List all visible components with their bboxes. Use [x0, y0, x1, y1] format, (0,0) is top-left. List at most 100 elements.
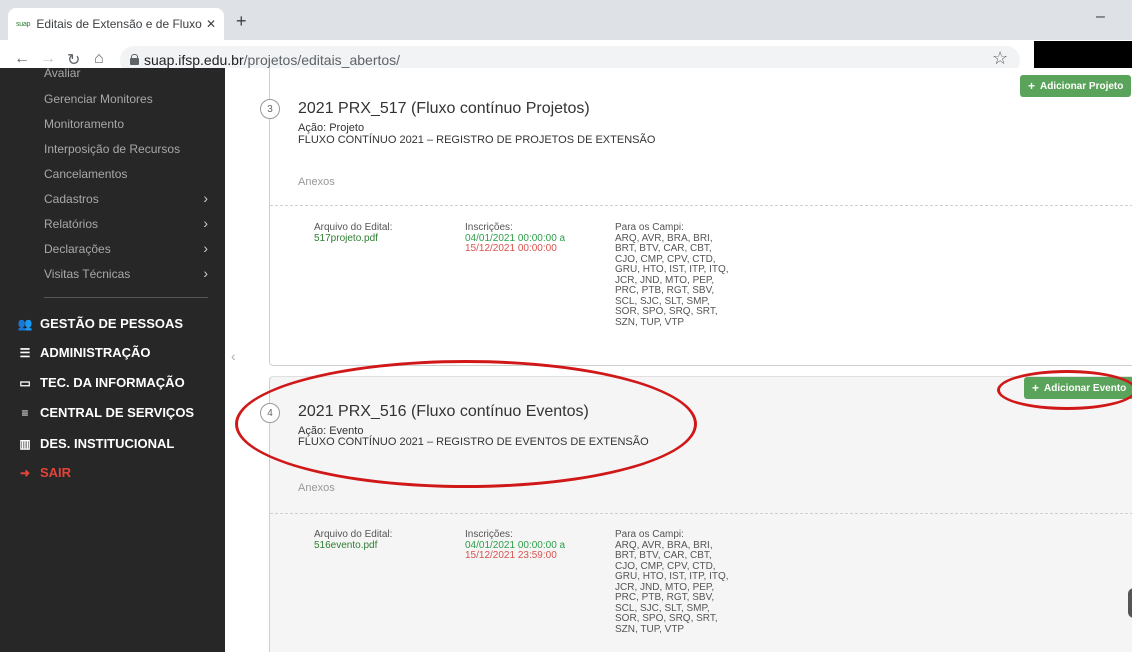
- dashed-divider: [270, 205, 1132, 206]
- arquivo-link[interactable]: 517projeto.pdf: [314, 233, 392, 245]
- sidebar-item-interposicao[interactable]: Interposição de Recursos: [44, 142, 214, 156]
- tab-title: Editais de Extensão e de Fluxo Co: [36, 17, 202, 31]
- sidebar-item-label: Cadastros: [44, 192, 99, 206]
- chart-icon: ▥: [19, 436, 31, 451]
- section-label: ADMINISTRAÇÃO: [40, 345, 151, 360]
- bookmark-star-icon[interactable]: ☆: [992, 48, 1008, 69]
- collapse-sidebar-icon[interactable]: ‹: [231, 348, 236, 364]
- campi-column: Para os Campi: ARQ, AVR, BRA, BRI, BRT, …: [615, 222, 755, 329]
- inscricoes-column: Inscrições: 04/01/2021 00:00:00 a 15/12/…: [465, 529, 565, 562]
- campi-line: GRU, HTO, IST, ITP, ITQ,: [615, 264, 729, 275]
- logout-icon: ➜: [19, 465, 31, 480]
- acao-line: Ação: Projeto: [298, 122, 364, 134]
- edital-description: FLUXO CONTÍNUO 2021 – REGISTRO DE PROJET…: [298, 134, 656, 146]
- sidebar-item-cancelamentos[interactable]: Cancelamentos: [44, 167, 214, 181]
- scroll-handle[interactable]: [1128, 588, 1132, 618]
- url-host: suap.ifsp.edu.br: [144, 52, 244, 68]
- campi-line: SOR, SPO, SRQ, SRT,: [615, 306, 718, 317]
- sidebar-item-cadastros[interactable]: Cadastros ›: [44, 190, 214, 206]
- sidebar-item-gerenciar-monitores[interactable]: Gerenciar Monitores: [44, 92, 214, 106]
- suap-favicon-icon: suap: [16, 20, 31, 28]
- inscricoes-label: Inscrições:: [465, 222, 513, 233]
- list-icon: ☰: [19, 345, 31, 360]
- sidebar-section-sair[interactable]: ➜ SAIR: [16, 465, 71, 480]
- campi-line: PRC, PTB, RGT, SBV,: [615, 592, 715, 603]
- section-label: GESTÃO DE PESSOAS: [40, 316, 184, 331]
- url-path: /projetos/editais_abertos/: [243, 52, 401, 68]
- inscricoes-label: Inscrições:: [465, 529, 513, 540]
- inscricoes-column: Inscrições: 04/01/2021 00:00:00 a 15/12/…: [465, 222, 565, 255]
- sidebar-item-declaracoes[interactable]: Declarações ›: [44, 240, 214, 256]
- campi-line: SZN, TUP, VTP: [615, 316, 685, 328]
- arquivo-link[interactable]: 516evento.pdf: [314, 540, 392, 552]
- anexos-label: Anexos: [298, 482, 335, 494]
- edital-card: + Adicionar Projeto 3 2021 PRX_517 (Fluxo…: [260, 68, 1132, 366]
- dashed-divider: [270, 513, 1132, 514]
- back-arrow-icon[interactable]: ←: [14, 50, 30, 68]
- campi-line: PRC, PTB, RGT, SBV,: [615, 285, 715, 296]
- campi-list: ARQ, AVR, BRA, BRI, BRT, BTV, CAR, CBT, …: [615, 540, 755, 636]
- sidebar-item-label: Gerenciar Monitores: [44, 92, 153, 106]
- campi-line: BRT, BTV, CAR, CBT,: [615, 550, 712, 561]
- menu-icon: ≡: [21, 405, 29, 420]
- section-label: DES. INSTITUCIONAL: [40, 436, 175, 451]
- new-tab-icon[interactable]: +: [236, 11, 247, 32]
- sidebar-item-label: Cancelamentos: [44, 167, 128, 181]
- edital-title: 2021 PRX_517 (Fluxo contínuo Projetos): [298, 100, 590, 117]
- sidebar-item-relatorios[interactable]: Relatórios ›: [44, 215, 214, 231]
- lock-icon: [130, 54, 139, 65]
- campi-column: Para os Campi: ARQ, AVR, BRA, BRI, BRT, …: [615, 529, 755, 636]
- sidebar-section-administracao[interactable]: ☰ ADMINISTRAÇÃO: [16, 345, 151, 360]
- sidebar-item-visitas-tecnicas[interactable]: Visitas Técnicas ›: [44, 265, 214, 281]
- sidebar-item-avaliar[interactable]: Avaliar: [44, 68, 214, 80]
- sidebar-section-central-servicos[interactable]: ≡ CENTRAL DE SERVIÇOS: [16, 405, 194, 420]
- campi-line: SZN, TUP, VTP: [615, 623, 685, 635]
- sidebar-item-label: Visitas Técnicas: [44, 267, 131, 281]
- section-label: TEC. DA INFORMAÇÃO: [40, 375, 185, 390]
- close-tab-icon[interactable]: ✕: [206, 17, 216, 31]
- annotation-ellipse-button: [997, 370, 1132, 410]
- chevron-right-icon: ›: [203, 240, 208, 256]
- sidebar-item-label: Monitoramento: [44, 117, 125, 131]
- monitor-icon: ▭: [19, 375, 31, 390]
- browser-tab-bar: suap Editais de Extensão e de Fluxo Co ✕…: [0, 0, 1132, 40]
- inscricoes-end: 15/12/2021 00:00:00: [465, 243, 557, 254]
- section-label: CENTRAL DE SERVIÇOS: [40, 405, 195, 420]
- chevron-right-icon: ›: [203, 215, 208, 231]
- main-content: ‹ + Adicionar Projeto 3 2021 PRX_517 (Flu…: [225, 68, 1132, 652]
- campi-label: Para os Campi:: [615, 222, 684, 233]
- step-number: 3: [260, 99, 280, 119]
- sidebar-item-label: Avaliar: [44, 68, 81, 80]
- anexos-label: Anexos: [298, 176, 335, 188]
- sidebar-divider: [44, 297, 208, 298]
- chevron-right-icon: ›: [203, 190, 208, 206]
- sidebar-section-gestao-pessoas[interactable]: 👥 GESTÃO DE PESSOAS: [16, 316, 184, 331]
- campi-list: ARQ, AVR, BRA, BRI, BRT, BTV, CAR, CBT, …: [615, 233, 755, 329]
- reload-icon[interactable]: ↻: [67, 50, 80, 70]
- sidebar: Avaliar Gerenciar Monitores Monitorament…: [0, 68, 225, 652]
- arquivo-label: Arquivo do Edital:: [314, 222, 393, 233]
- sidebar-section-des-institucional[interactable]: ▥ DES. INSTITUCIONAL: [16, 436, 174, 451]
- arquivo-column: Arquivo do Edital: 517projeto.pdf: [314, 222, 393, 245]
- home-icon[interactable]: ⌂: [94, 50, 104, 68]
- chevron-right-icon: ›: [203, 265, 208, 281]
- forward-arrow-icon[interactable]: →: [40, 50, 56, 68]
- sidebar-item-label: Relatórios: [44, 217, 99, 231]
- sidebar-item-label: Declarações: [44, 242, 111, 256]
- plus-icon: +: [1028, 79, 1036, 93]
- add-project-button[interactable]: + Adicionar Projeto: [1020, 75, 1132, 97]
- section-label: SAIR: [40, 465, 72, 480]
- minimize-icon[interactable]: –: [1096, 8, 1105, 26]
- inscricoes-end: 15/12/2021 23:59:00: [465, 550, 557, 561]
- browser-tab[interactable]: suap Editais de Extensão e de Fluxo Co ✕: [8, 8, 224, 40]
- sidebar-item-monitoramento[interactable]: Monitoramento: [44, 117, 214, 131]
- button-label: Adicionar Projeto: [1040, 80, 1124, 92]
- acao-label: Ação:: [298, 122, 327, 134]
- annotation-ellipse-title: [235, 360, 697, 488]
- campi-line: SOR, SPO, SRQ, SRT,: [615, 613, 718, 624]
- people-icon: 👥: [17, 316, 33, 331]
- redacted-area: [1034, 41, 1132, 71]
- campi-line: GRU, HTO, IST, ITP, ITQ,: [615, 571, 729, 582]
- acao-value: Projeto: [329, 122, 365, 134]
- sidebar-section-tec-informacao[interactable]: ▭ TEC. DA INFORMAÇÃO: [16, 375, 185, 390]
